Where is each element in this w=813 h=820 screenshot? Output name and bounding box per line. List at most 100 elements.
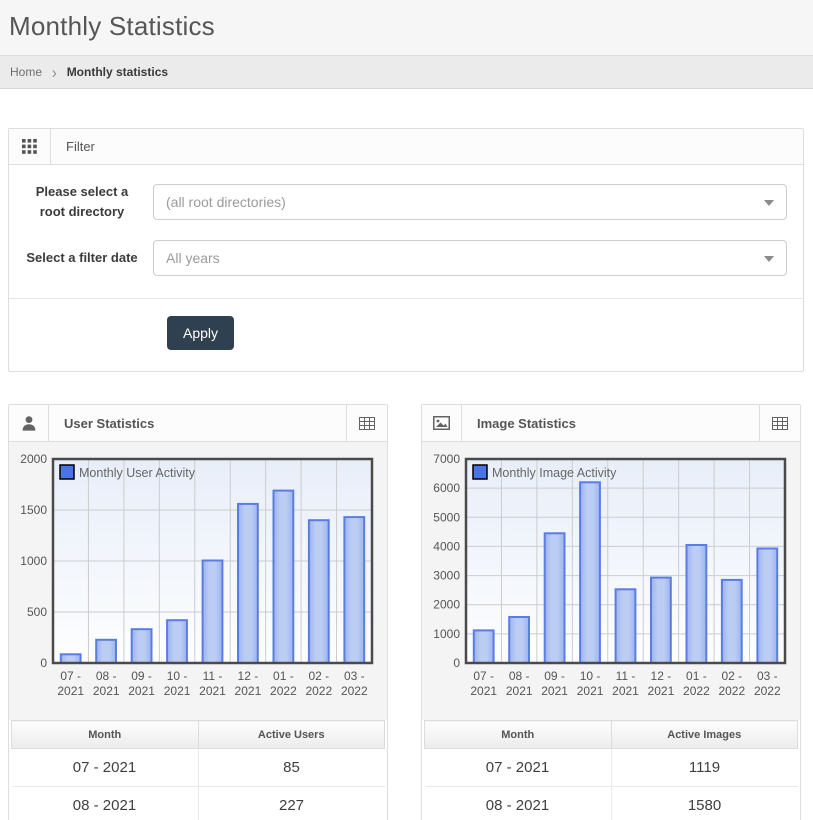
user-statistics-panel: User Statistics 0 500 1000 1500 2000 Monthly … bbox=[8, 404, 388, 820]
svg-text:11 -: 11 - bbox=[616, 669, 636, 683]
column-header: Month bbox=[425, 721, 612, 749]
svg-text:2021: 2021 bbox=[506, 684, 533, 698]
image-panel-title: Image Statistics bbox=[462, 405, 576, 441]
table-cell: 85 bbox=[198, 749, 385, 787]
image-panel-header: Image Statistics bbox=[422, 405, 800, 442]
breadcrumb-home-link[interactable]: Home bbox=[10, 65, 42, 79]
column-header: Active Users bbox=[198, 721, 385, 749]
image-icon bbox=[422, 405, 462, 441]
svg-text:08 -: 08 - bbox=[509, 669, 530, 683]
svg-text:0: 0 bbox=[40, 656, 47, 670]
svg-text:2021: 2021 bbox=[577, 684, 604, 698]
svg-text:2021: 2021 bbox=[235, 684, 262, 698]
filter-date-select[interactable]: All years bbox=[153, 240, 787, 276]
table-cell: 07 - 2021 bbox=[12, 749, 199, 787]
svg-text:7000: 7000 bbox=[433, 452, 460, 466]
svg-text:02 -: 02 - bbox=[308, 669, 329, 683]
image-statistics-table: MonthActive Images07 - 2021111908 - 2021… bbox=[424, 720, 798, 820]
svg-text:2022: 2022 bbox=[683, 684, 710, 698]
svg-text:11 -: 11 - bbox=[203, 669, 223, 683]
svg-text:500: 500 bbox=[27, 605, 47, 619]
svg-text:2022: 2022 bbox=[270, 684, 297, 698]
root-directory-label: Please select a root directory bbox=[25, 182, 153, 222]
filter-panel-header: Filter bbox=[9, 129, 803, 165]
svg-text:2021: 2021 bbox=[57, 684, 84, 698]
table-header-row: MonthActive Images bbox=[425, 721, 798, 749]
filter-body: Please select a root directory (all root… bbox=[9, 165, 803, 276]
apply-button[interactable]: Apply bbox=[167, 316, 234, 350]
table-header-row: MonthActive Users bbox=[12, 721, 385, 749]
svg-text:2022: 2022 bbox=[754, 684, 781, 698]
svg-text:08 -: 08 - bbox=[96, 669, 117, 683]
table-cell: 08 - 2021 bbox=[12, 787, 199, 820]
svg-text:07 -: 07 - bbox=[473, 669, 494, 683]
svg-text:12 -: 12 - bbox=[238, 669, 259, 683]
svg-text:09 -: 09 - bbox=[131, 669, 152, 683]
filter-title: Filter bbox=[51, 129, 95, 164]
page-title: Monthly Statistics bbox=[9, 11, 803, 42]
filter-date-label: Select a filter date bbox=[25, 248, 153, 268]
table-cell: 227 bbox=[198, 787, 385, 820]
svg-text:2022: 2022 bbox=[341, 684, 368, 698]
svg-text:2021: 2021 bbox=[612, 684, 639, 698]
svg-text:2021: 2021 bbox=[93, 684, 120, 698]
table-cell: 07 - 2021 bbox=[425, 749, 612, 787]
svg-text:Monthly User Activity: Monthly User Activity bbox=[79, 466, 196, 480]
table-view-icon[interactable] bbox=[346, 405, 387, 441]
grid-icon bbox=[9, 129, 51, 164]
table-cell: 1580 bbox=[611, 787, 798, 820]
svg-text:2021: 2021 bbox=[470, 684, 497, 698]
svg-text:0: 0 bbox=[453, 656, 460, 670]
user-activity-chart: 0 500 1000 1500 2000 Monthly User Activity 07 … bbox=[9, 442, 387, 720]
user-statistics-table: MonthActive Users07 - 20218508 - 2021227… bbox=[11, 720, 385, 820]
chevron-down-icon bbox=[764, 256, 774, 262]
svg-text:02 -: 02 - bbox=[721, 669, 742, 683]
svg-text:2000: 2000 bbox=[20, 452, 47, 466]
svg-text:2021: 2021 bbox=[541, 684, 568, 698]
svg-text:1000: 1000 bbox=[433, 627, 460, 641]
svg-text:1000: 1000 bbox=[20, 554, 47, 568]
table-row: 07 - 20211119 bbox=[425, 749, 798, 787]
chevron-right-icon: › bbox=[52, 66, 57, 78]
svg-text:07 -: 07 - bbox=[60, 669, 81, 683]
svg-text:2022: 2022 bbox=[718, 684, 745, 698]
svg-text:10 -: 10 - bbox=[167, 669, 188, 683]
user-panel-header: User Statistics bbox=[9, 405, 387, 442]
breadcrumb-current: Monthly statistics bbox=[67, 65, 168, 79]
breadcrumb: Home › Monthly statistics bbox=[0, 55, 813, 89]
filter-date-value: All years bbox=[166, 250, 220, 266]
svg-text:09 -: 09 - bbox=[544, 669, 565, 683]
table-cell: 08 - 2021 bbox=[425, 787, 612, 820]
svg-text:3000: 3000 bbox=[433, 569, 460, 583]
user-panel-title: User Statistics bbox=[49, 405, 154, 441]
column-header: Active Images bbox=[611, 721, 798, 749]
svg-text:4000: 4000 bbox=[433, 540, 460, 554]
user-icon bbox=[9, 405, 49, 441]
image-activity-chart: 0 1000 2000 3000 4000 5000 6000 7000 Monthly Ima… bbox=[422, 442, 800, 720]
svg-text:2022: 2022 bbox=[305, 684, 332, 698]
svg-text:10 -: 10 - bbox=[580, 669, 601, 683]
svg-text:Monthly Image Activity: Monthly Image Activity bbox=[492, 466, 617, 480]
svg-text:2021: 2021 bbox=[128, 684, 155, 698]
svg-text:5000: 5000 bbox=[433, 511, 460, 525]
svg-text:1500: 1500 bbox=[20, 503, 47, 517]
svg-text:01 -: 01 - bbox=[273, 669, 294, 683]
filter-panel: Filter Please select a root directory (a… bbox=[8, 128, 804, 372]
chevron-down-icon bbox=[764, 200, 774, 206]
table-row: 08 - 20211580 bbox=[425, 787, 798, 820]
svg-text:01 -: 01 - bbox=[686, 669, 707, 683]
svg-text:2021: 2021 bbox=[199, 684, 226, 698]
table-row: 07 - 202185 bbox=[12, 749, 385, 787]
svg-text:03 -: 03 - bbox=[344, 669, 365, 683]
svg-text:03 -: 03 - bbox=[757, 669, 778, 683]
svg-text:2000: 2000 bbox=[433, 598, 460, 612]
table-view-icon[interactable] bbox=[759, 405, 800, 441]
svg-text:12 -: 12 - bbox=[651, 669, 672, 683]
statistics-panels: User Statistics 0 500 1000 1500 2000 Monthly … bbox=[8, 404, 801, 820]
root-directory-select[interactable]: (all root directories) bbox=[153, 184, 787, 220]
image-statistics-panel: Image Statistics 0 1000 2000 3000 4000 5000 60… bbox=[421, 404, 801, 820]
svg-text:6000: 6000 bbox=[433, 481, 460, 495]
root-directory-value: (all root directories) bbox=[166, 194, 286, 210]
svg-text:2021: 2021 bbox=[648, 684, 675, 698]
table-cell: 1119 bbox=[611, 749, 798, 787]
